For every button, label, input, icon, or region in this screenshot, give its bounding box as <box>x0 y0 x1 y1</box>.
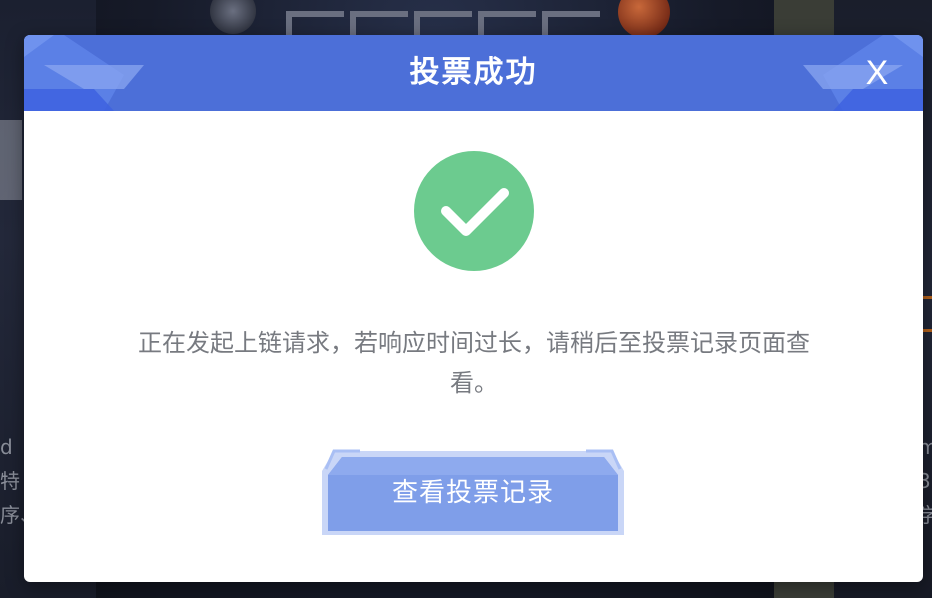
status-message: 正在发起上链请求，若响应时间过长，请稍后至投票记录页面查看。 <box>138 329 810 397</box>
vote-success-dialog: 投票成功 X 正在发起上链请求，若响应时间过长，请稍后至投票记录页面查看。 查看… <box>24 35 923 582</box>
dialog-title: 投票成功 <box>409 55 538 90</box>
background-left-bar <box>0 120 22 200</box>
check-circle-icon <box>414 151 534 271</box>
dialog-header: 投票成功 X <box>24 35 923 111</box>
background-title-fragment <box>286 6 646 36</box>
view-vote-records-label: 查看投票记录 <box>391 478 554 508</box>
view-vote-records-button[interactable]: 查看投票记录 <box>320 447 626 539</box>
close-icon[interactable]: X <box>857 53 897 93</box>
